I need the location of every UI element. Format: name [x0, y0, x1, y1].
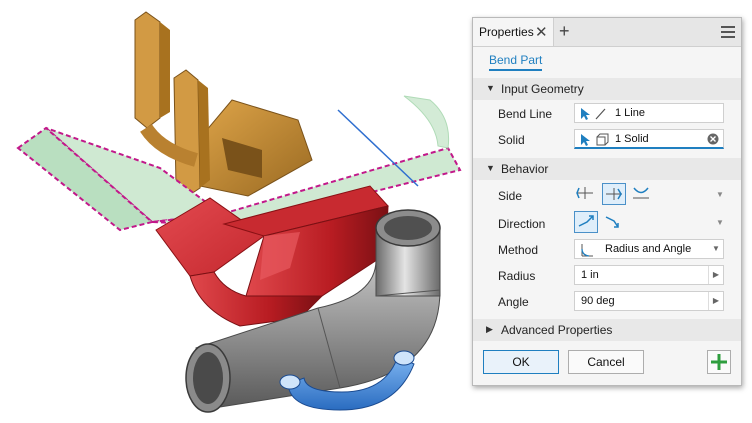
angle-value: 90 deg — [581, 295, 615, 307]
cursor-arrow-icon — [581, 108, 606, 120]
side-label: Side — [498, 189, 523, 203]
direction-dropdown-icon[interactable]: ▼ — [716, 218, 724, 227]
section-input-geometry-title: Input Geometry — [501, 82, 584, 96]
section-advanced-title: Advanced Properties — [501, 323, 613, 337]
plus-icon[interactable]: + — [559, 21, 570, 42]
method-value: Radius and Angle — [605, 243, 692, 255]
solid-label: Solid — [498, 133, 525, 147]
angle-label: Angle — [498, 295, 529, 309]
radius-value: 1 in — [581, 269, 599, 281]
solid-cube-icon — [581, 133, 609, 146]
chevron-down-icon[interactable]: ▼ — [709, 240, 723, 258]
collapse-arrow-icon: ▼ — [486, 83, 495, 93]
section-behavior[interactable]: ▼ Behavior — [473, 158, 741, 180]
clear-icon[interactable] — [707, 133, 719, 145]
tab-properties-label: Properties — [479, 25, 534, 39]
radius-expand-icon[interactable]: ▶ — [708, 266, 723, 284]
direction-forward-icon[interactable] — [574, 211, 598, 233]
hamburger-menu-icon[interactable] — [721, 26, 735, 38]
cancel-button[interactable]: Cancel — [568, 350, 644, 374]
properties-panel: Properties ✕ + Bend Part ▼ Input Geometr… — [472, 17, 742, 386]
bend-line-selector[interactable]: 1 Line — [574, 103, 724, 123]
angle-expand-icon[interactable]: ▶ — [708, 292, 723, 310]
apply-add-button[interactable] — [707, 350, 731, 374]
collapse-arrow-icon: ▼ — [486, 163, 495, 173]
solid-selector[interactable]: 1 Solid — [574, 129, 724, 149]
gold-bracket-part[interactable] — [134, 11, 313, 197]
side-right-icon[interactable] — [602, 183, 626, 205]
side-dropdown-icon[interactable]: ▼ — [716, 190, 724, 199]
bend-line-label: Bend Line — [498, 107, 553, 121]
close-icon[interactable]: ✕ — [535, 23, 548, 41]
tab-properties[interactable]: Properties ✕ — [473, 18, 554, 46]
side-symmetric-icon[interactable] — [630, 183, 654, 205]
plus-icon — [711, 354, 727, 370]
solid-value: 1 Solid — [615, 133, 649, 145]
side-left-icon[interactable] — [574, 183, 598, 205]
direction-label: Direction — [498, 217, 546, 231]
radius-input[interactable]: 1 in ▶ — [574, 265, 724, 285]
angle-input[interactable]: 90 deg ▶ — [574, 291, 724, 311]
feature-name-link[interactable]: Bend Part — [489, 53, 543, 71]
bend-method-icon — [581, 244, 593, 257]
section-behavior-title: Behavior — [501, 162, 549, 176]
bend-line-value: 1 Line — [615, 107, 645, 119]
ok-button[interactable]: OK — [483, 350, 559, 374]
radius-label: Radius — [498, 269, 536, 283]
direction-reverse-icon[interactable] — [602, 211, 626, 233]
method-label: Method — [498, 243, 539, 257]
expand-arrow-icon: ▶ — [486, 324, 493, 334]
section-advanced-properties[interactable]: ▶ Advanced Properties — [473, 319, 741, 341]
section-input-geometry[interactable]: ▼ Input Geometry — [473, 78, 741, 100]
method-select[interactable]: Radius and Angle ▼ — [574, 239, 724, 259]
panel-tabbar: Properties ✕ + — [473, 18, 741, 47]
